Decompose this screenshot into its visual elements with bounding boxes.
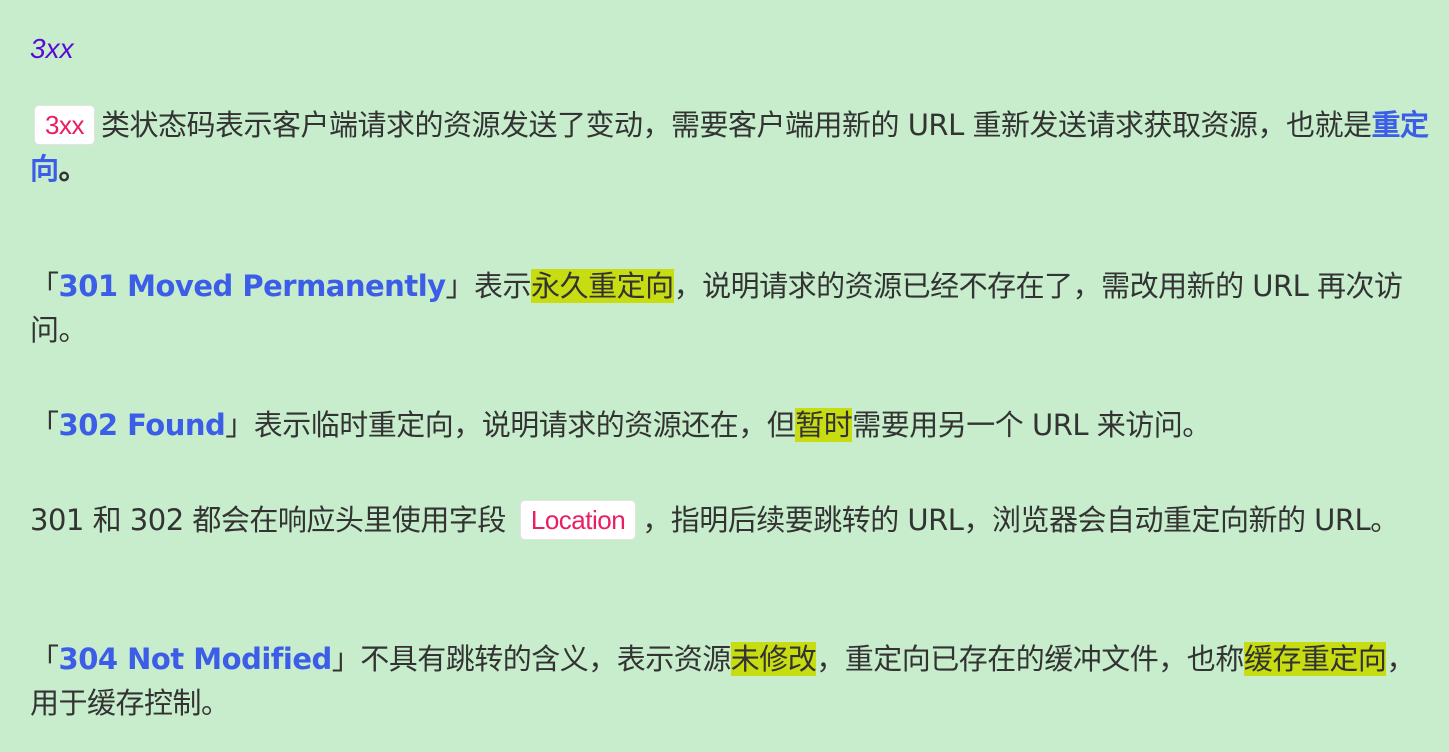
strong-302: 302 Found [58,408,226,442]
paragraph-text: 类状态码表示客户端请求的资源发送了变动，需要客户端用新的 URL 重新发送请求获… [100,108,1372,142]
document-page: 3xx 3xx 类状态码表示客户端请求的资源发送了变动，需要客户端用新的 URL … [0,0,1449,752]
paragraph-text: 。 [58,152,88,186]
paragraph-text: ，指明后续要跳转的 URL，浏览器会自动重定向新的 URL。 [642,503,1399,537]
highlight-not-modified: 未修改 [730,642,817,676]
paragraph-302: 「302 Found」表示临时重定向，说明请求的资源还在，但暂时需要用另一个 U… [30,403,1429,447]
section-heading: 3xx [30,33,74,64]
paragraph-text: 」表示临时重定向，说明请求的资源还在，但 [225,408,796,442]
paragraph-text: 需要用另一个 URL 来访问。 [852,408,1211,442]
bracket-open: 「 [30,269,59,303]
highlight-cache-redirect: 缓存重定向 [1243,642,1387,676]
strong-301: 301 Moved Permanently [58,269,447,303]
paragraph-304: 「304 Not Modified」不具有跳转的含义，表示资源未修改，重定向已存… [30,637,1429,725]
paragraph-3xx-intro: 3xx 类状态码表示客户端请求的资源发送了变动，需要客户端用新的 URL 重新发送… [30,103,1429,191]
bracket-open: 「 [30,408,59,442]
paragraph-text: 」不具有跳转的含义，表示资源 [331,642,732,676]
highlight-temporary: 暂时 [795,408,853,442]
inline-code-location: Location [519,500,637,540]
paragraph-301: 「301 Moved Permanently」表示永久重定向，说明请求的资源已经… [30,264,1429,352]
strong-304: 304 Not Modified [58,642,333,676]
paragraph-text: 301 和 302 都会在响应头里使用字段 [30,503,506,537]
inline-code-3xx: 3xx [34,105,95,145]
paragraph-text: 」表示 [445,269,532,303]
paragraph-text: ，重定向已存在的缓冲文件，也称 [816,642,1244,676]
highlight-permanent-redirect: 永久重定向 [531,269,674,303]
bracket-open: 「 [30,642,59,676]
paragraph-location: 301 和 302 都会在响应头里使用字段 Location ，指明后续要跳转的 U… [30,498,1429,542]
